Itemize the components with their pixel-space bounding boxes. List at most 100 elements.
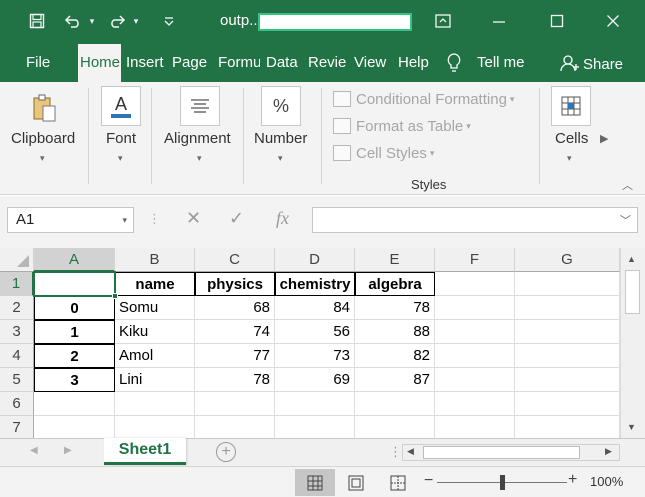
cells-icon[interactable] — [551, 86, 591, 126]
font-group-label[interactable]: Font — [106, 130, 136, 147]
number-group-label[interactable]: Number — [254, 130, 307, 147]
tab-review[interactable]: Revie — [306, 44, 350, 82]
tab-view[interactable]: View — [352, 44, 392, 82]
tab-help[interactable]: Help — [396, 44, 434, 82]
cell-b5[interactable]: Lini — [115, 368, 195, 392]
grid-cell-g2[interactable] — [515, 296, 620, 320]
lightbulb-icon[interactable] — [446, 44, 466, 82]
horizontal-scroll-thumb[interactable] — [423, 446, 580, 459]
zoom-in-icon[interactable]: + — [568, 471, 577, 489]
tab-formulas[interactable]: Formu — [216, 44, 260, 82]
grid-cell-c6[interactable] — [195, 392, 275, 416]
collapse-ribbon-icon[interactable]: ︿ — [622, 177, 633, 193]
column-header-g[interactable]: G — [515, 248, 620, 272]
add-sheet-icon[interactable]: + — [216, 442, 236, 462]
tab-page-layout[interactable]: Page L — [170, 44, 212, 82]
row-header-6[interactable]: 6 — [0, 392, 34, 416]
grid-cell-g7[interactable] — [515, 416, 620, 438]
grid-cell-f1[interactable] — [435, 272, 515, 296]
row-header-1[interactable]: 1 — [0, 272, 34, 296]
grid-cell-g3[interactable] — [515, 320, 620, 344]
cancel-formula-icon[interactable]: ✕ — [186, 208, 201, 232]
cell-a5[interactable]: 3 — [34, 368, 115, 392]
grid-cell-g4[interactable] — [515, 344, 620, 368]
cell-b4[interactable]: Amol — [115, 344, 195, 368]
column-header-f[interactable]: F — [435, 248, 515, 272]
grid-cell-f2[interactable] — [435, 296, 515, 320]
zoom-slider-thumb[interactable] — [500, 475, 505, 490]
number-dropdown-icon[interactable]: ▾ — [278, 153, 283, 164]
font-color-icon[interactable]: A — [101, 86, 141, 126]
grid-cell-g6[interactable] — [515, 392, 620, 416]
grid-cell-g1[interactable] — [515, 272, 620, 296]
grid-cell-b6[interactable] — [115, 392, 195, 416]
customize-toolbar-icon[interactable] — [158, 10, 180, 32]
column-header-a[interactable]: A — [34, 248, 115, 272]
close-icon[interactable] — [602, 10, 624, 32]
save-icon[interactable] — [26, 10, 48, 32]
grid-cell-a7[interactable] — [34, 416, 115, 438]
grid-cell-f6[interactable] — [435, 392, 515, 416]
normal-view-icon[interactable] — [295, 469, 335, 496]
grid-cell-f3[interactable] — [435, 320, 515, 344]
undo-dropdown-icon[interactable]: ▾ — [86, 10, 98, 32]
grid-cell-d6[interactable] — [275, 392, 355, 416]
cells-group-label[interactable]: Cells — [555, 130, 588, 147]
row-header-3[interactable]: 3 — [0, 320, 34, 344]
grid-cell-b7[interactable] — [115, 416, 195, 438]
insert-function-button[interactable]: fx — [276, 208, 289, 232]
cell-a4[interactable]: 2 — [34, 344, 115, 368]
maximize-icon[interactable] — [546, 10, 568, 32]
cell-b2[interactable]: Somu — [115, 296, 195, 320]
share-button[interactable]: Share — [583, 46, 623, 84]
vertical-scroll-thumb[interactable] — [625, 270, 640, 314]
worksheet-grid[interactable]: A B C D E F G 1 2 3 4 5 6 7 name physics… — [0, 248, 645, 438]
column-header-b[interactable]: B — [115, 248, 195, 272]
tab-home[interactable]: Home — [78, 44, 121, 82]
scroll-down-icon[interactable]: ▼ — [627, 422, 636, 432]
scroll-up-icon[interactable]: ▲ — [627, 254, 636, 264]
share-person-icon[interactable] — [560, 44, 582, 82]
row-header-7[interactable]: 7 — [0, 416, 34, 438]
column-header-e[interactable]: E — [355, 248, 435, 272]
cell-styles-button[interactable]: Cell Styles ▾ — [333, 142, 434, 164]
conditional-formatting-button[interactable]: Conditional Formatting ▾ — [333, 88, 514, 110]
cell-b1[interactable]: name — [115, 272, 195, 296]
title-search-box[interactable] — [258, 13, 412, 31]
cell-d5[interactable]: 69 — [275, 368, 355, 392]
cell-e3[interactable]: 88 — [355, 320, 435, 344]
fill-handle[interactable] — [112, 293, 118, 299]
sheet-tab-sheet1[interactable]: Sheet1 — [104, 438, 186, 465]
column-header-c[interactable]: C — [195, 248, 275, 272]
scroll-right-icon[interactable]: ▶ — [605, 446, 612, 457]
cell-a3[interactable]: 1 — [34, 320, 115, 344]
tab-splitter-grip-icon[interactable]: ⋮ — [389, 444, 402, 460]
cell-e2[interactable]: 78 — [355, 296, 435, 320]
zoom-out-icon[interactable]: − — [424, 472, 433, 490]
confirm-formula-icon[interactable]: ✓ — [229, 208, 244, 232]
ribbon-scroll-right-icon[interactable]: ▶ — [600, 132, 608, 145]
cells-dropdown-icon[interactable]: ▾ — [567, 153, 572, 164]
chevron-down-icon[interactable]: ▾ — [122, 208, 127, 232]
clipboard-dropdown-icon[interactable]: ▾ — [40, 153, 45, 164]
previous-sheet-icon[interactable]: ◀ — [30, 445, 38, 456]
cell-e5[interactable]: 87 — [355, 368, 435, 392]
paste-icon[interactable] — [24, 88, 64, 128]
alignment-group-label[interactable]: Alignment — [164, 130, 231, 147]
scroll-left-icon[interactable]: ◀ — [407, 446, 414, 457]
cell-a2[interactable]: 0 — [34, 296, 115, 320]
grid-cell-e7[interactable] — [355, 416, 435, 438]
tab-data[interactable]: Data — [264, 44, 304, 82]
page-break-preview-icon[interactable] — [378, 469, 418, 496]
clipboard-group-label[interactable]: Clipboard — [11, 130, 75, 147]
percent-icon[interactable]: % — [261, 86, 301, 126]
horizontal-scrollbar[interactable]: ◀ ▶ — [402, 444, 620, 461]
undo-icon[interactable] — [62, 10, 84, 32]
cell-c4[interactable]: 77 — [195, 344, 275, 368]
tell-me-search[interactable]: Tell me — [477, 44, 537, 82]
vertical-scrollbar[interactable]: ▲ ▼ — [620, 248, 645, 438]
grid-cell-f4[interactable] — [435, 344, 515, 368]
column-header-d[interactable]: D — [275, 248, 355, 272]
grid-cell-e6[interactable] — [355, 392, 435, 416]
grid-cell-f5[interactable] — [435, 368, 515, 392]
